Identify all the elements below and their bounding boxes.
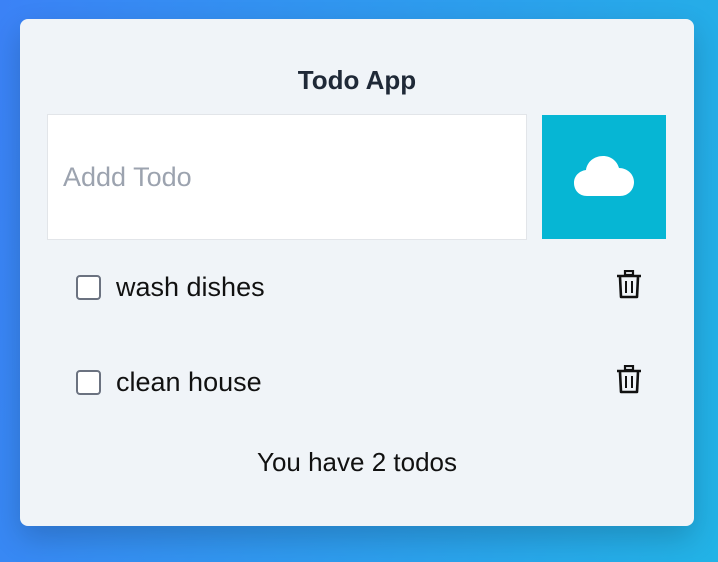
delete-todo-button[interactable] (614, 269, 644, 304)
trash-icon (617, 269, 641, 304)
add-todo-input[interactable] (47, 114, 527, 240)
todo-item: clean house (76, 360, 646, 404)
todo-count-text: You have 2 todos (257, 447, 457, 477)
todo-checkbox[interactable] (76, 274, 101, 300)
cloud-icon (573, 154, 635, 201)
todo-card: Todo App wash dishes clean hou (20, 19, 694, 526)
todo-checkbox[interactable] (76, 369, 101, 395)
todo-label: clean house (116, 366, 262, 397)
add-todo-button[interactable] (542, 115, 666, 239)
app-title: Todo App (297, 65, 417, 95)
todo-item: wash dishes (76, 265, 646, 309)
delete-todo-button[interactable] (614, 364, 644, 399)
todo-label: wash dishes (116, 271, 265, 302)
trash-icon (617, 364, 641, 399)
